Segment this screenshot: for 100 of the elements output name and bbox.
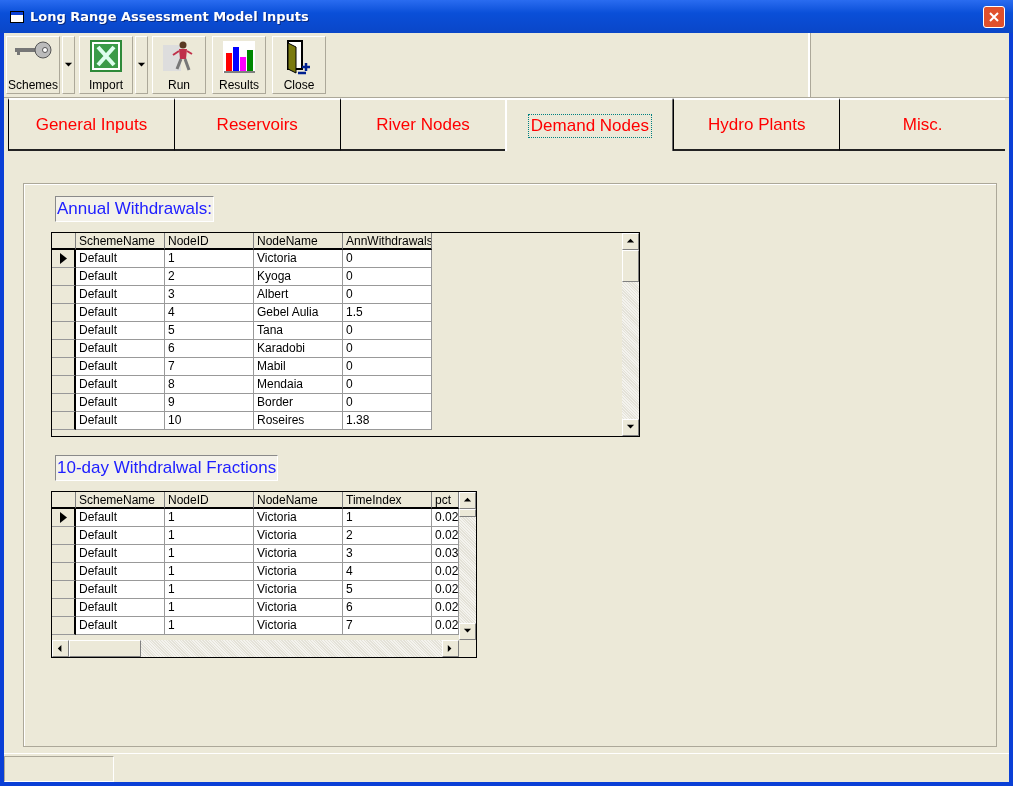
table-cell: Mendaia [254,376,343,394]
window-icon [10,10,24,23]
table-cell: Default [76,286,165,304]
column-header[interactable]: SchemeName [76,233,165,250]
table-cell: 0 [343,358,432,376]
table-cell: 0 [343,250,432,268]
window-title: Long Range Assessment Model Inputs [30,9,310,24]
table-cell: Victoria [254,581,343,599]
row-selector[interactable] [52,268,76,286]
table-cell: Default [76,268,165,286]
row-selector[interactable] [52,358,76,376]
table-cell: Roseires [254,412,343,430]
table-cell: 0 [343,286,432,304]
table-cell: Victoria [254,527,343,545]
close-button[interactable] [983,5,1005,28]
column-header[interactable]: SchemeName [76,492,165,509]
table-cell: 0 [343,376,432,394]
table-cell: 1 [165,527,254,545]
table-cell: 5 [165,322,254,340]
table-cell: 1 [165,250,254,268]
row-selector[interactable] [52,527,76,545]
row-selector[interactable] [52,412,76,430]
scroll-thumb[interactable] [622,250,639,282]
table-cell: Default [76,545,165,563]
bar-chart-icon [221,39,257,75]
table-cell: Victoria [254,599,343,617]
table-cell: Default [76,376,165,394]
column-header[interactable]: NodeID [165,492,254,509]
table-cell: 0 [343,322,432,340]
table-cell: 10 [165,412,254,430]
table-cell: 2 [343,527,432,545]
table-cell: 0.02 [432,599,459,617]
row-selector[interactable] [52,340,76,358]
vertical-scrollbar[interactable] [622,233,639,436]
table-cell: 1 [165,617,254,635]
scroll-thumb[interactable] [69,640,141,657]
table-cell: Tana [254,322,343,340]
table-cell: 1.5 [343,304,432,322]
row-selector[interactable] [52,599,76,617]
table-cell: Victoria [254,545,343,563]
table-cell: 1 [165,581,254,599]
toolbar-button[interactable]: Results [212,36,266,94]
table-cell: 5 [343,581,432,599]
table-cell: Mabil [254,358,343,376]
row-selector[interactable] [52,563,76,581]
column-header[interactable]: TimeIndex [343,492,432,509]
column-header[interactable]: NodeName [254,233,343,250]
table-cell: 1 [165,563,254,581]
data-grid[interactable] [51,232,640,437]
toolbar-button[interactable]: Schemes [6,36,60,94]
toolbar-button[interactable]: Run [152,36,206,94]
section-title: Annual Withdrawals: [55,196,214,222]
row-selector[interactable] [52,286,76,304]
row-selector[interactable] [52,250,76,268]
column-header[interactable]: NodeID [165,233,254,250]
vertical-scrollbar[interactable] [459,492,476,640]
close-icon [988,10,1000,23]
table-cell: Default [76,617,165,635]
table-cell: 0.02 [432,617,459,635]
table-cell: 7 [343,617,432,635]
row-selector[interactable] [52,545,76,563]
toolbar-button[interactable]: Import [79,36,133,94]
table-cell: 3 [165,286,254,304]
table-cell: 7 [165,358,254,376]
table-cell: 1 [165,545,254,563]
toolbar-button[interactable]: Close [272,36,326,94]
row-selector[interactable] [52,617,76,635]
spreadsheet-icon [89,39,123,73]
column-header[interactable]: pct [432,492,459,509]
column-header[interactable]: NodeName [254,492,343,509]
table-cell: 3 [343,545,432,563]
table-cell: 1.38 [343,412,432,430]
table-cell: Default [76,581,165,599]
table-cell: Default [76,412,165,430]
table-cell: Default [76,358,165,376]
table-cell: 6 [343,599,432,617]
table-cell: 0.03 [432,545,459,563]
row-selector[interactable] [52,304,76,322]
table-cell: 0.02 [432,563,459,581]
row-selector[interactable] [52,376,76,394]
table-cell: 0 [343,340,432,358]
table-cell: Victoria [254,617,343,635]
data-grid[interactable] [51,491,477,658]
row-selector[interactable] [52,322,76,340]
table-cell: Victoria [254,563,343,581]
table-cell: Default [76,340,165,358]
table-cell: 1 [165,599,254,617]
table-cell: Gebel Aulia [254,304,343,322]
scroll-thumb[interactable] [459,509,476,517]
row-selector[interactable] [52,394,76,412]
table-cell: 0.02 [432,509,459,527]
table-cell: Default [76,563,165,581]
table-cell: Victoria [254,509,343,527]
table-cell: Default [76,322,165,340]
table-cell: 0 [343,394,432,412]
row-selector[interactable] [52,581,76,599]
table-cell: Kyoga [254,268,343,286]
table-cell: 0.02 [432,581,459,599]
table-cell: 2 [165,268,254,286]
row-selector[interactable] [52,509,76,527]
